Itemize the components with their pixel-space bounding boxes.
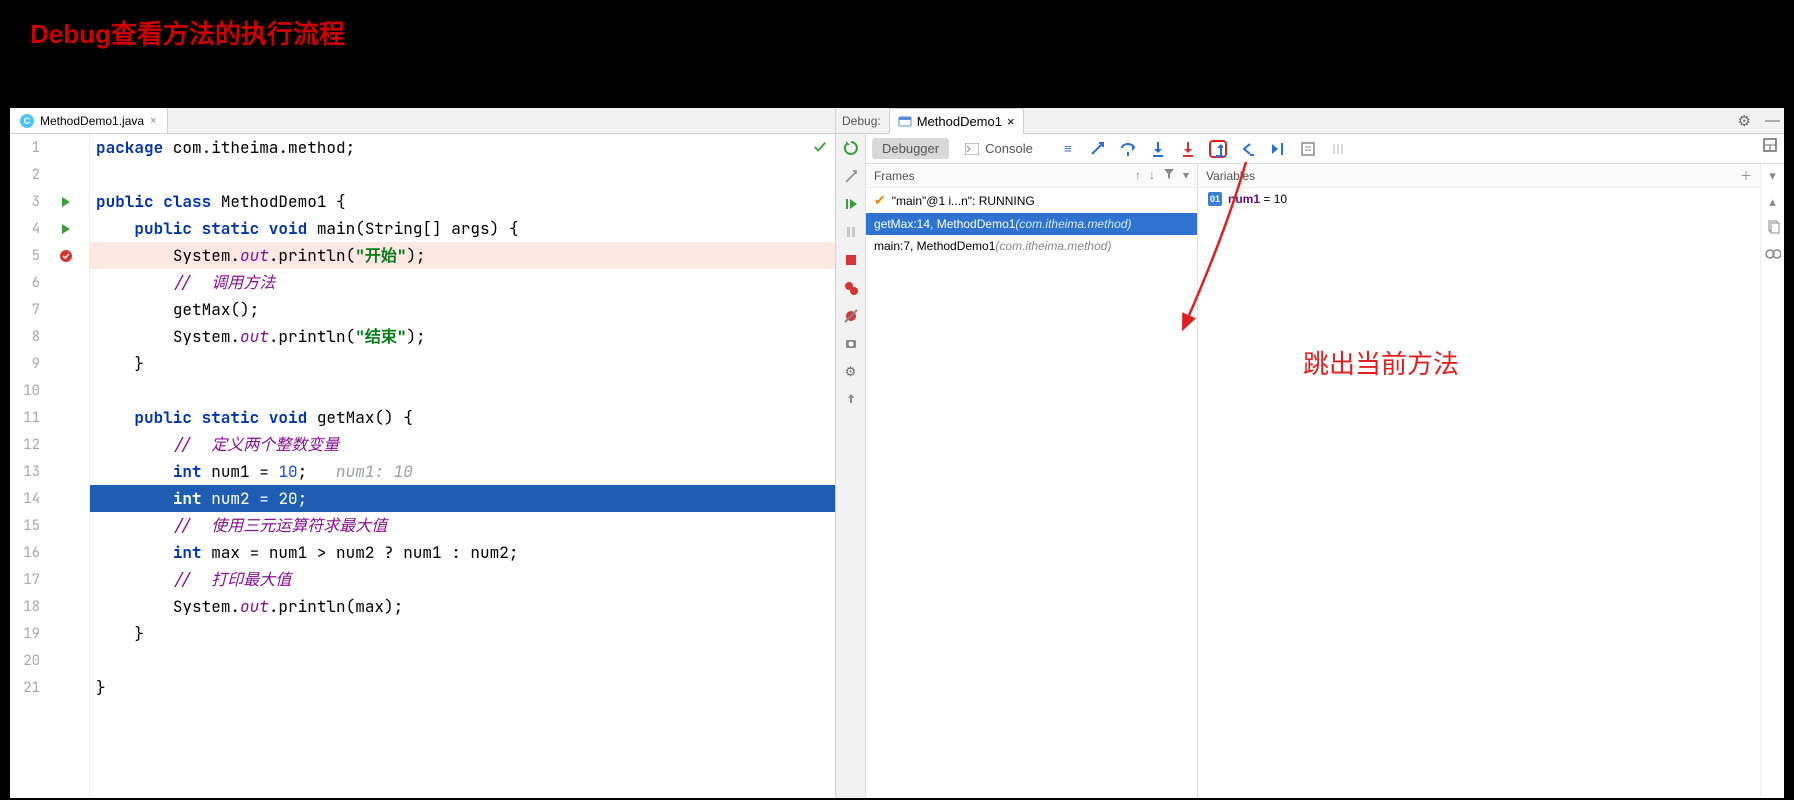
copy-icon[interactable] bbox=[1766, 220, 1780, 237]
variables-pane: Variables ＋ 01 num1 = 10 bbox=[1198, 164, 1784, 798]
step-out-icon[interactable] bbox=[1209, 140, 1227, 158]
breakpoint-icon[interactable] bbox=[46, 248, 86, 264]
minimize-icon[interactable]: — bbox=[1765, 112, 1780, 129]
more-icon[interactable]: ≡ bbox=[1059, 140, 1077, 158]
settings-icon[interactable]: ⚙ bbox=[841, 362, 861, 382]
line-num: 2 bbox=[10, 166, 46, 184]
add-watch-icon[interactable]: ＋ bbox=[1740, 167, 1752, 184]
view-breakpoints-icon[interactable] bbox=[841, 278, 861, 298]
annotation-text: 跳出当前方法 bbox=[1303, 344, 1459, 381]
line-num: 19 bbox=[10, 625, 46, 643]
line-num: 9 bbox=[10, 355, 46, 373]
show-watches-icon[interactable] bbox=[1765, 247, 1781, 262]
line-num: 5 bbox=[10, 247, 46, 265]
thread-row[interactable]: ✔ "main"@1 i...n": RUNNING bbox=[866, 188, 1197, 213]
trace-current-stream-icon[interactable] bbox=[1329, 140, 1347, 158]
debugger-tab[interactable]: Debugger bbox=[872, 138, 949, 159]
editor-tab[interactable]: C MethodDemo1.java × bbox=[10, 108, 168, 133]
line-num: 16 bbox=[10, 544, 46, 562]
step-into-icon[interactable] bbox=[1149, 140, 1167, 158]
prev-frame-icon[interactable]: ↑ bbox=[1135, 168, 1141, 183]
line-num: 7 bbox=[10, 301, 46, 319]
console-tab[interactable]: Console bbox=[955, 138, 1043, 159]
editor-tab-filename: MethodDemo1.java bbox=[40, 114, 144, 128]
debug-label: Debug: bbox=[842, 114, 881, 128]
run-icon[interactable] bbox=[46, 224, 86, 234]
force-step-into-icon[interactable] bbox=[1179, 140, 1197, 158]
line-num: 15 bbox=[10, 517, 46, 535]
close-icon[interactable]: × bbox=[150, 115, 156, 127]
run-config-tab[interactable]: MethodDemo1 × bbox=[889, 108, 1024, 134]
line-num: 14 bbox=[10, 490, 46, 508]
page-title: Debug查看方法的执行流程 bbox=[0, 0, 1794, 108]
line-num: 3 bbox=[10, 193, 46, 211]
pin-icon[interactable] bbox=[841, 390, 861, 410]
line-num: 21 bbox=[10, 679, 46, 697]
line-num: 6 bbox=[10, 274, 46, 292]
run-icon[interactable] bbox=[46, 197, 86, 207]
debug-main: Debugger Console ≡ bbox=[866, 134, 1784, 798]
debug-header: Debug: MethodDemo1 × ⚙ — bbox=[836, 108, 1784, 134]
line-num: 18 bbox=[10, 598, 46, 616]
line-num: 17 bbox=[10, 571, 46, 589]
modify-run-icon[interactable] bbox=[841, 166, 861, 186]
collapse-all-icon[interactable]: ▴ bbox=[1769, 194, 1776, 210]
line-num: 4 bbox=[10, 220, 46, 238]
run-config-icon bbox=[898, 114, 912, 128]
close-icon[interactable]: × bbox=[1007, 114, 1015, 129]
debug-pane: Debug: MethodDemo1 × ⚙ — ⚙ bbox=[836, 108, 1784, 798]
line-num: 11 bbox=[10, 409, 46, 427]
gear-icon[interactable]: ⚙ bbox=[1738, 112, 1751, 130]
variable-row[interactable]: 01 num1 = 10 bbox=[1198, 188, 1760, 210]
expand-all-icon[interactable]: ▾ bbox=[1769, 168, 1776, 184]
code-area[interactable]: package com.itheima.method; public class… bbox=[90, 134, 835, 798]
drop-frame-icon[interactable] bbox=[1239, 140, 1257, 158]
resume-icon[interactable] bbox=[841, 194, 861, 214]
line-num: 1 bbox=[10, 139, 46, 157]
next-frame-icon[interactable]: ↓ bbox=[1149, 168, 1155, 183]
line-num: 10 bbox=[10, 382, 46, 400]
gutter: 1 2 3 4 5 6 7 8 9 10 11 12 13 14 15 16 1… bbox=[10, 134, 90, 798]
frame-row[interactable]: main:7, MethodDemo1 (com.itheima.method) bbox=[866, 235, 1197, 257]
variables-header: Variables bbox=[1206, 169, 1255, 183]
editor-body: 1 2 3 4 5 6 7 8 9 10 11 12 13 14 15 16 1… bbox=[10, 134, 835, 798]
check-icon: ✔ bbox=[874, 192, 886, 209]
thread-label: "main"@1 i...n": RUNNING bbox=[892, 194, 1035, 208]
dropdown-icon[interactable]: ▾ bbox=[1183, 168, 1189, 183]
evaluate-expression-icon[interactable] bbox=[1299, 140, 1317, 158]
pause-icon[interactable] bbox=[841, 222, 861, 242]
debug-sidebar: ⚙ bbox=[836, 134, 866, 798]
line-num: 12 bbox=[10, 436, 46, 454]
class-file-icon: C bbox=[20, 114, 34, 128]
line-num: 20 bbox=[10, 652, 46, 670]
filter-icon[interactable] bbox=[1163, 168, 1175, 183]
variables-side-toolbar: ▾ ▴ bbox=[1760, 164, 1784, 798]
rerun-icon[interactable] bbox=[841, 138, 861, 158]
run-config-name: MethodDemo1 bbox=[917, 114, 1002, 129]
step-over-icon[interactable] bbox=[1119, 140, 1137, 158]
show-execution-point-icon[interactable] bbox=[1089, 140, 1107, 158]
mute-breakpoints-icon[interactable] bbox=[841, 306, 861, 326]
frame-row[interactable]: getMax:14, MethodDemo1 (com.itheima.meth… bbox=[866, 213, 1197, 235]
primitive-icon: 01 bbox=[1208, 192, 1222, 206]
frames-pane: Frames ↑ ↓ ▾ ✔ "main"@1 i...n": RUNNING bbox=[866, 164, 1198, 798]
debug-toolbar: Debugger Console ≡ bbox=[866, 134, 1784, 164]
run-to-cursor-icon[interactable] bbox=[1269, 140, 1287, 158]
editor-pane: C MethodDemo1.java × 1 2 3 4 5 6 7 8 9 1… bbox=[10, 108, 836, 798]
get-thread-dump-icon[interactable] bbox=[841, 334, 861, 354]
ide-window: C MethodDemo1.java × 1 2 3 4 5 6 7 8 9 1… bbox=[10, 108, 1784, 798]
line-num: 13 bbox=[10, 463, 46, 481]
stop-icon[interactable] bbox=[841, 250, 861, 270]
frames-header: Frames bbox=[874, 169, 915, 183]
layout-settings-icon[interactable] bbox=[1762, 137, 1778, 156]
line-num: 8 bbox=[10, 328, 46, 346]
editor-tabs: C MethodDemo1.java × bbox=[10, 108, 835, 134]
